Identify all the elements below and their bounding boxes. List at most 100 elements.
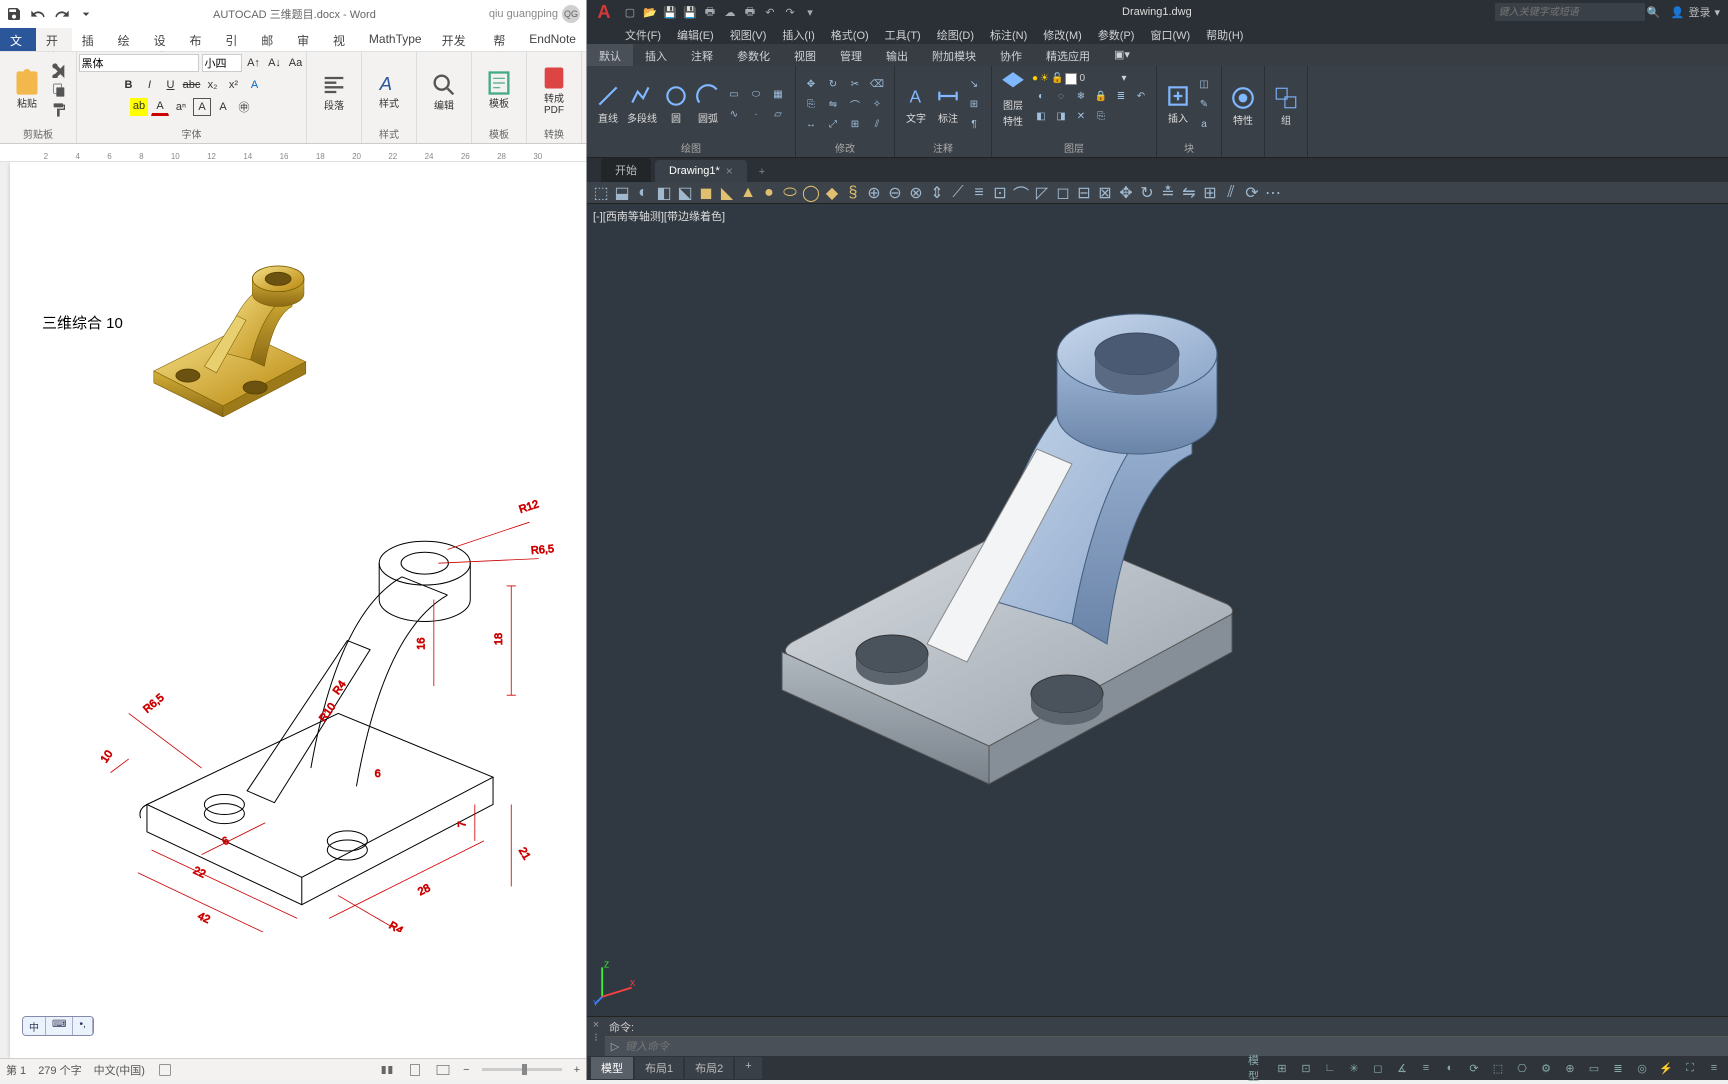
loft-icon[interactable]: ◧	[654, 183, 674, 203]
new-icon[interactable]: ▢	[621, 3, 639, 21]
tab-insert[interactable]: 插入	[72, 28, 108, 51]
read-mode-icon[interactable]	[379, 1062, 395, 1078]
cylinder-icon[interactable]: ⬭	[780, 183, 800, 203]
font-size-select[interactable]	[202, 54, 242, 72]
bold-button[interactable]: B	[120, 76, 138, 94]
undo-icon[interactable]: ↶	[761, 3, 779, 21]
layer-merge-icon[interactable]: ◨	[1052, 107, 1070, 125]
customize-qat-icon[interactable]	[78, 6, 94, 22]
menu-insert[interactable]: 插入(I)	[774, 24, 822, 44]
region-icon[interactable]: ▱	[769, 105, 787, 123]
paragraph-button[interactable]: 段落	[315, 71, 353, 112]
undo-icon[interactable]	[30, 6, 46, 22]
filetab-start[interactable]: 开始	[601, 158, 651, 182]
polysolid-icon[interactable]: ⬚	[591, 183, 611, 203]
block-create-icon[interactable]: ◫	[1195, 75, 1213, 93]
print-icon[interactable]: 🖶	[741, 3, 759, 21]
print-layout-icon[interactable]	[407, 1062, 423, 1078]
paste-button[interactable]: 粘贴	[8, 69, 46, 110]
rtab-featured[interactable]: 精选应用	[1034, 44, 1102, 66]
cmd-input[interactable]	[625, 1041, 1728, 1053]
filetab-add-button[interactable]: +	[751, 162, 773, 182]
isolate-icon[interactable]: ◎	[1632, 1058, 1652, 1078]
cut-icon[interactable]	[50, 61, 68, 79]
menu-modify[interactable]: 修改(M)	[1035, 24, 1090, 44]
tab-developer[interactable]: 开发工具	[432, 28, 484, 51]
layer-iso-icon[interactable]: ◐	[1032, 87, 1050, 105]
tab-endnote[interactable]: EndNote	[519, 28, 586, 51]
text-button[interactable]: A文字	[901, 81, 931, 127]
leader-icon[interactable]: ↘	[965, 75, 983, 93]
annomonitor-icon[interactable]: ⊕	[1560, 1058, 1580, 1078]
accessibility-icon[interactable]	[157, 1062, 173, 1078]
status-lang[interactable]: 中文(中国)	[94, 1062, 145, 1078]
menu-tools[interactable]: 工具(T)	[877, 24, 929, 44]
qat-more-icon[interactable]: ▾	[801, 3, 819, 21]
word-page-area[interactable]: 三维综合 10	[0, 162, 586, 1058]
scale-icon[interactable]: ⤢	[824, 115, 842, 133]
sun-icon[interactable]: ☀	[1040, 73, 1049, 85]
dynucs-icon[interactable]: ⎔	[1512, 1058, 1532, 1078]
zoom-out-button[interactable]: −	[463, 1064, 469, 1076]
tab-design[interactable]: 设计	[144, 28, 180, 51]
move-icon[interactable]: ✥	[802, 75, 820, 93]
3dmove-icon[interactable]: ✥	[1116, 183, 1136, 203]
workspace-icon[interactable]: ⚙	[1536, 1058, 1556, 1078]
cleanscreen-icon[interactable]: ⛶	[1680, 1058, 1700, 1078]
char-border-icon[interactable]: A	[193, 98, 211, 116]
transparency-icon[interactable]: ◐	[1440, 1058, 1460, 1078]
dimension-button[interactable]: 标注	[933, 81, 963, 127]
grow-font-icon[interactable]: A↑	[245, 54, 263, 72]
3dalign-icon[interactable]: ≛	[1158, 183, 1178, 203]
grid-icon[interactable]: ⊞	[1272, 1058, 1292, 1078]
line-button[interactable]: 直线	[593, 81, 623, 127]
layout-tab-model[interactable]: 模型	[591, 1057, 633, 1079]
word-user[interactable]: qiu guangping QG	[489, 5, 586, 23]
search-icon[interactable]: 🔍	[1645, 3, 1663, 21]
fillet-icon[interactable]: ⌒	[846, 95, 864, 113]
rtab-manage[interactable]: 管理	[828, 44, 874, 66]
rtab-output[interactable]: 输出	[874, 44, 920, 66]
acad-login-button[interactable]: 👤 登录 ▾	[1663, 4, 1728, 20]
lock-icon[interactable]: 🔓	[1051, 73, 1063, 85]
layer-color-swatch[interactable]	[1065, 73, 1077, 85]
block-edit-icon[interactable]: ✎	[1195, 95, 1213, 113]
web-layout-icon[interactable]	[435, 1062, 451, 1078]
extrude-icon[interactable]: ⬓	[612, 183, 632, 203]
hatch-icon[interactable]: ▦	[769, 85, 787, 103]
offset-edge-icon[interactable]: ⫽	[1221, 183, 1241, 203]
font-color-icon[interactable]: A	[151, 98, 169, 116]
text-effects-icon[interactable]: A	[246, 76, 264, 94]
model-space-icon[interactable]: 模型	[1248, 1058, 1268, 1078]
mirror-icon[interactable]: ⇋	[824, 95, 842, 113]
save-icon[interactable]	[6, 6, 22, 22]
templates-button[interactable]: 模板	[480, 69, 518, 110]
rtab-parametric[interactable]: 参数化	[725, 44, 782, 66]
layer-lock-icon[interactable]: 🔒	[1092, 87, 1110, 105]
char-shading-icon[interactable]: A	[214, 98, 232, 116]
convert-icon[interactable]: ⟳	[1242, 183, 1262, 203]
tab-view[interactable]: 视图	[323, 28, 359, 51]
tab-home[interactable]: 开始	[36, 28, 72, 51]
rtab-addins[interactable]: 附加模块	[920, 44, 988, 66]
point-icon[interactable]: ·	[747, 105, 765, 123]
hardware-icon[interactable]: ⚡	[1656, 1058, 1676, 1078]
tab-mathtype[interactable]: MathType	[359, 28, 432, 51]
tab-references[interactable]: 引用	[215, 28, 251, 51]
shrink-font-icon[interactable]: A↓	[266, 54, 284, 72]
revolve-icon[interactable]: ◐	[633, 183, 653, 203]
pdf-button[interactable]: 转成PDF	[535, 64, 573, 116]
imprint-icon[interactable]: ⊡	[990, 183, 1010, 203]
layout-tab-2[interactable]: 布局2	[685, 1057, 733, 1079]
tab-review[interactable]: 审阅	[287, 28, 323, 51]
menu-view[interactable]: 视图(V)	[722, 24, 775, 44]
layer-name[interactable]: 0	[1079, 73, 1119, 85]
zoom-in-button[interactable]: +	[574, 1064, 580, 1076]
bulb-icon[interactable]: ●	[1032, 73, 1038, 85]
autocad-logo-icon[interactable]: A	[591, 1, 617, 23]
subtract-icon[interactable]: ⊖	[885, 183, 905, 203]
layout-tab-add[interactable]: +	[735, 1057, 761, 1079]
circle-button[interactable]: 圆	[661, 81, 691, 127]
layer-state-row[interactable]: ● ☀ 🔓 0 ▾	[1032, 73, 1150, 85]
viewport-label[interactable]: [-][西南等轴测][带边缘着色]	[593, 208, 725, 224]
